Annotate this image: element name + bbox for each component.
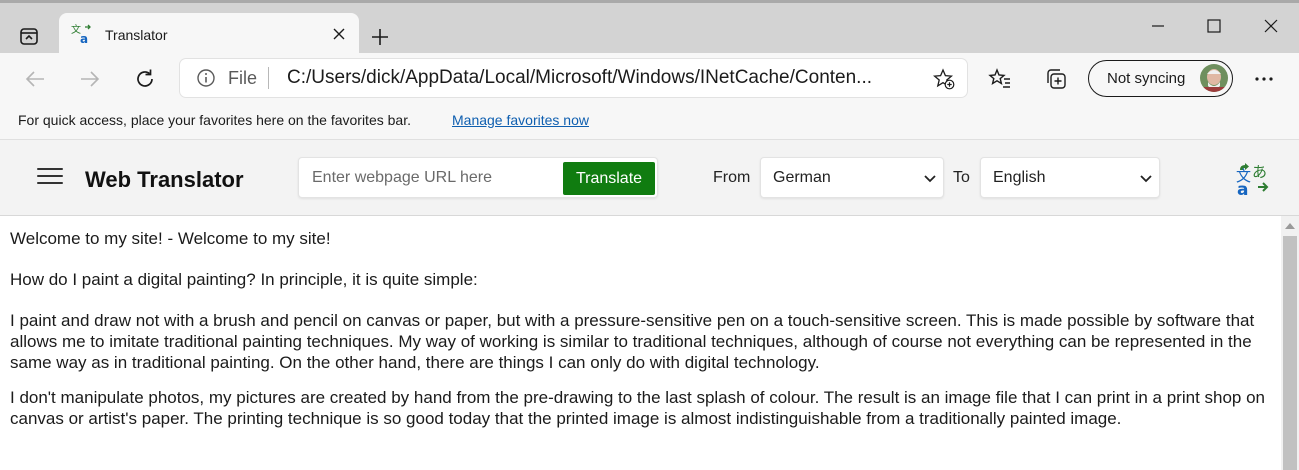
- scroll-up-arrow-icon[interactable]: [1285, 223, 1295, 229]
- settings-more-button[interactable]: [1250, 65, 1278, 93]
- translator-favicon-icon: 文 a: [71, 23, 91, 45]
- profile-sync-button[interactable]: Not syncing: [1088, 60, 1233, 97]
- info-icon[interactable]: [196, 68, 216, 88]
- user-avatar-icon: [1200, 64, 1228, 92]
- close-icon: [333, 28, 345, 40]
- scrollbar-thumb[interactable]: [1283, 236, 1297, 470]
- svg-text:a: a: [80, 32, 88, 45]
- from-label: From: [713, 169, 751, 186]
- svg-text:a: a: [1237, 180, 1248, 196]
- minimize-icon: [1152, 25, 1164, 27]
- chevron-down-icon: [924, 175, 936, 183]
- favorites-list-icon: [988, 68, 1010, 88]
- favorites-bar: For quick access, place your favorites h…: [0, 104, 1299, 140]
- window-close-button[interactable]: [1253, 13, 1289, 39]
- url-input-group: Translate: [298, 157, 658, 198]
- collections-icon: [1047, 69, 1066, 89]
- tab-close-button[interactable]: [329, 24, 349, 44]
- maximize-icon: [1207, 19, 1221, 33]
- page-paragraph: How do I paint a digital painting? In pr…: [10, 270, 478, 289]
- arrow-right-icon: [81, 71, 100, 87]
- favorites-bar-hint: For quick access, place your favorites h…: [18, 112, 411, 128]
- hamburger-icon-line: [37, 175, 63, 177]
- translator-header: Web Translator Translate From German To …: [0, 140, 1299, 216]
- forward-button[interactable]: [74, 63, 106, 95]
- refresh-icon: [137, 69, 153, 87]
- page-paragraph: I don't manipulate photos, my pictures a…: [10, 388, 1266, 428]
- page-paragraph: I paint and draw not with a brush and pe…: [10, 311, 1255, 372]
- arrow-left-icon: [25, 71, 44, 87]
- hamburger-icon-line: [37, 182, 63, 184]
- from-language-select[interactable]: German: [760, 157, 944, 198]
- more-horizontal-icon: [1255, 77, 1273, 81]
- address-scheme-label: File: [228, 68, 258, 88]
- sync-status-label: Not syncing: [1107, 70, 1186, 87]
- browser-tab[interactable]: 文 a Translator: [59, 13, 359, 56]
- avatar: [1200, 64, 1228, 92]
- maximize-button[interactable]: [1196, 13, 1232, 39]
- from-language-value: German: [773, 169, 831, 186]
- new-tab-button[interactable]: [366, 23, 394, 51]
- close-icon: [1264, 19, 1278, 33]
- menu-button[interactable]: [37, 168, 63, 188]
- browser-toolbar: File C:/Users/dick/AppData/Local/Microso…: [0, 53, 1299, 104]
- address-divider: [268, 67, 269, 89]
- favorites-button[interactable]: [986, 65, 1014, 93]
- svg-text:あ: あ: [1252, 163, 1267, 181]
- collections-button[interactable]: [1042, 65, 1070, 93]
- translated-page-content: Welcome to my site! - Welcome to my site…: [0, 216, 1281, 470]
- page-scrollbar[interactable]: [1281, 216, 1299, 470]
- minimize-button[interactable]: [1140, 13, 1176, 39]
- chevron-down-icon: [1140, 175, 1152, 183]
- address-bar[interactable]: File C:/Users/dick/AppData/Local/Microso…: [180, 59, 967, 97]
- translate-button[interactable]: Translate: [563, 162, 655, 195]
- refresh-button[interactable]: [129, 63, 161, 95]
- to-language-value: English: [993, 169, 1046, 186]
- url-input[interactable]: [299, 158, 561, 197]
- tab-strip: 文 a Translator: [0, 0, 1299, 56]
- tab-actions-icon: [20, 28, 38, 45]
- to-language-select[interactable]: English: [980, 157, 1160, 198]
- tab-title: Translator: [105, 27, 168, 43]
- manage-favorites-link[interactable]: Manage favorites now: [452, 112, 589, 128]
- translator-logo-icon: 文 あ a: [1236, 163, 1269, 196]
- app-title: Web Translator: [85, 167, 244, 192]
- page-paragraph: Welcome to my site! - Welcome to my site…: [10, 229, 331, 248]
- plus-icon: [372, 29, 388, 45]
- tab-actions-button[interactable]: [8, 21, 50, 51]
- back-button[interactable]: [19, 63, 51, 95]
- hamburger-icon-line: [37, 168, 63, 170]
- add-favorite-star-icon[interactable]: [933, 68, 955, 90]
- address-url[interactable]: C:/Users/dick/AppData/Local/Microsoft/Wi…: [287, 67, 912, 89]
- to-label: To: [953, 169, 970, 186]
